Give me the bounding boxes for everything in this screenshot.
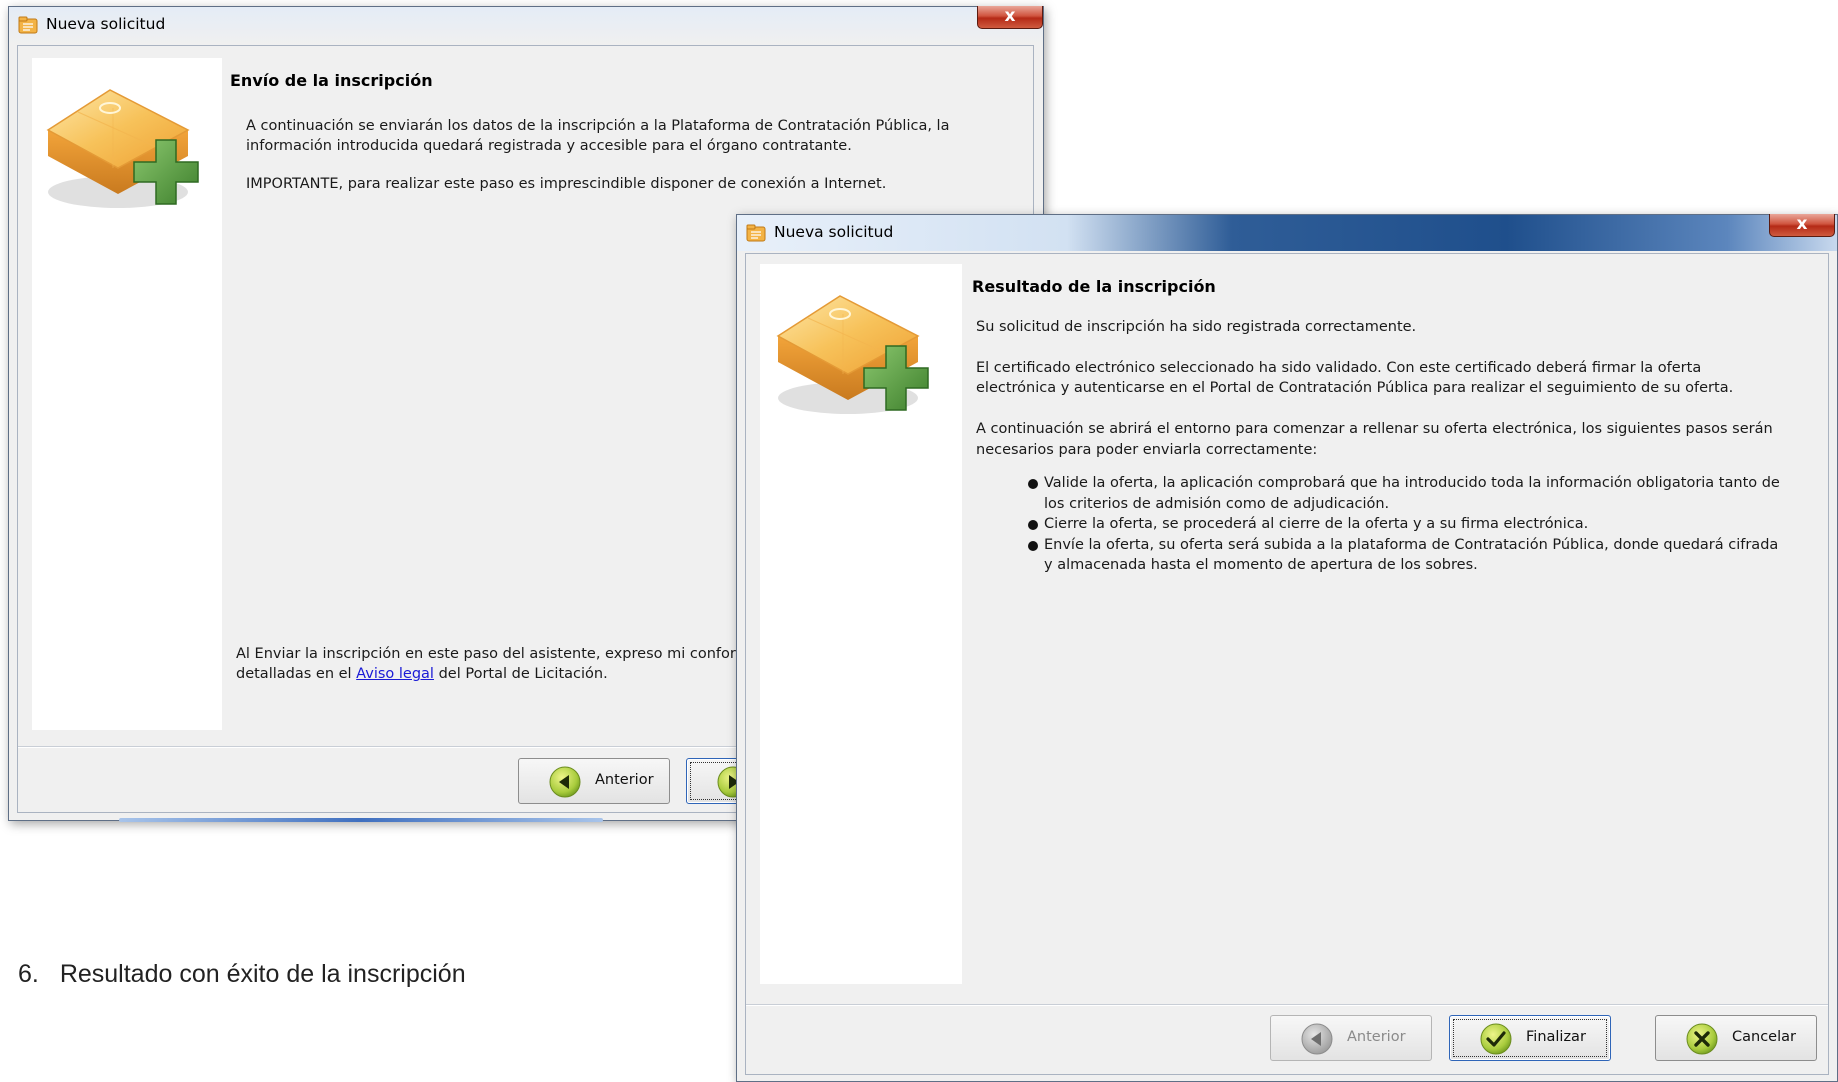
package-plus-icon	[768, 274, 948, 424]
back-legal-line-2: detalladas en el Aviso legal del Portal …	[236, 664, 608, 684]
back-intro-line-2: información introducida quedará registra…	[246, 138, 852, 154]
back-legal-line-1: Al Enviar la inscripción en este paso de…	[236, 646, 763, 662]
caption-text: Resultado con éxito de la inscripción	[59, 960, 466, 988]
front-next-steps-line-2: necesarios para poder enviarla correctam…	[976, 442, 1318, 458]
back-step-heading: Envío de la inscripción	[230, 71, 433, 90]
front-wizard-side-panel	[760, 264, 962, 984]
step-envie-line-2: y almacenada hasta el momento de apertur…	[1044, 557, 1478, 573]
bullet-dot-icon	[1028, 479, 1038, 489]
front-cert-line-1: El certificado electrónico seleccionado …	[976, 360, 1702, 376]
app-folder-icon	[18, 16, 38, 34]
back-dialog-titlebar[interactable]: Nueva solicitud x	[9, 6, 1043, 43]
back-intro-line-1: A continuación se enviarán los datos de …	[246, 118, 950, 134]
list-item: Cierre la oferta, se procederá al cierre…	[1026, 514, 1816, 535]
package-plus-icon	[38, 68, 218, 218]
front-next-steps-line-1: A continuación se abrirá el entorno para…	[976, 421, 1773, 437]
front-dialog-close-button[interactable]: x	[1769, 214, 1835, 237]
list-item: Envíe la oferta, su oferta será subida a…	[1026, 535, 1816, 576]
finalizar-label: Finalizar	[1526, 1029, 1586, 1045]
front-cert-line-2: electrónica y autenticarse en el Portal …	[976, 380, 1734, 396]
legal-text-pre: detalladas en el	[236, 666, 357, 682]
back-anterior-button[interactable]: Anterior	[518, 758, 670, 804]
bullet-dot-icon	[1028, 520, 1038, 530]
back-window-frame-glow	[119, 818, 603, 822]
legal-text-post: del Portal de Licitación.	[433, 666, 608, 682]
front-anterior-button[interactable]: Anterior	[1270, 1015, 1432, 1061]
caption-number: 6.	[18, 960, 39, 988]
back-dialog-title: Nueva solicitud	[46, 15, 166, 33]
aviso-legal-link[interactable]: Aviso legal	[356, 666, 434, 682]
finalizar-button[interactable]: Finalizar	[1449, 1015, 1611, 1061]
front-success-message: Su solicitud de inscripción ha sido regi…	[976, 319, 1417, 335]
cancel-x-icon	[1686, 1023, 1718, 1055]
front-dialog-body: Resultado de la inscripción Su solicitud…	[745, 253, 1829, 1075]
cancelar-button[interactable]: Cancelar	[1655, 1015, 1817, 1061]
step-envie-line-1: Envíe la oferta, su oferta será subida a…	[1044, 536, 1779, 553]
bullet-dot-icon	[1028, 540, 1038, 551]
front-footer-divider	[746, 1004, 1828, 1006]
back-dialog-close-button[interactable]: x	[977, 6, 1043, 29]
step-cierre-line-1: Cierre la oferta, se procederá al cierre…	[1044, 516, 1589, 532]
front-steps-list: Valide la oferta, la aplicación comproba…	[1026, 473, 1816, 576]
step-valide-line-1: Valide la oferta, la aplicación comproba…	[1044, 475, 1780, 491]
figure-caption: 6. Resultado con éxito de la inscripción	[18, 960, 466, 989]
back-important-note: IMPORTANTE, para realizar este paso es i…	[246, 176, 887, 192]
back-anterior-label: Anterior	[595, 772, 654, 788]
arrow-left-icon	[1301, 1023, 1333, 1055]
arrow-left-icon	[549, 766, 581, 798]
step-valide-line-2: los criterios de admisión como de adjudi…	[1044, 495, 1390, 512]
front-dialog-title: Nueva solicitud	[774, 223, 894, 241]
back-wizard-side-panel	[32, 58, 222, 730]
front-step-heading: Resultado de la inscripción	[972, 277, 1216, 296]
checkmark-icon	[1480, 1023, 1512, 1055]
front-anterior-label: Anterior	[1347, 1029, 1406, 1045]
cancelar-label: Cancelar	[1732, 1029, 1796, 1045]
front-dialog-titlebar[interactable]: Nueva solicitud x	[737, 214, 1837, 251]
app-folder-icon	[746, 224, 766, 242]
front-dialog-window: Nueva solicitud x Resultado de la inscri…	[736, 214, 1838, 1082]
list-item: Valide la oferta, la aplicación comproba…	[1026, 473, 1816, 514]
